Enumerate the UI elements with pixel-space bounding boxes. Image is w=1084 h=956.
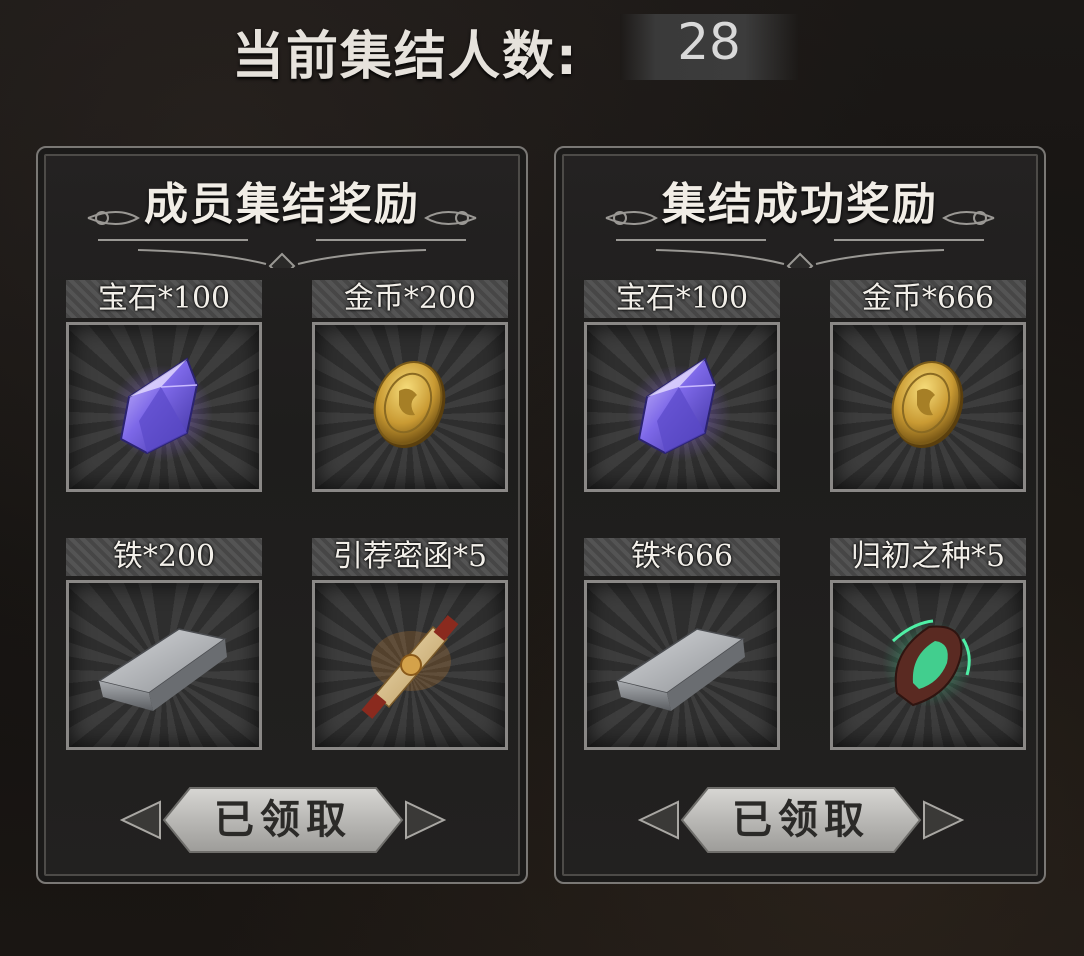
item-frame bbox=[66, 322, 262, 492]
item-label: 铁*666 bbox=[630, 539, 734, 574]
rally-count-label: 当前集结人数: bbox=[232, 27, 579, 87]
reward-item-recommendation-letter[interactable]: 引荐密函*5 bbox=[312, 538, 508, 750]
item-frame bbox=[312, 322, 508, 492]
item-label: 金币*200 bbox=[343, 281, 477, 316]
item-frame bbox=[584, 322, 780, 492]
seed-icon bbox=[882, 619, 974, 707]
item-frame bbox=[312, 580, 508, 750]
claimed-button[interactable]: 已领取 bbox=[638, 782, 964, 858]
claimed-button-label: 已领取 bbox=[214, 796, 352, 843]
panel-title: 成员集结奖励 bbox=[144, 179, 420, 230]
item-frame bbox=[830, 322, 1026, 492]
reward-item-gem[interactable]: 宝石*100 bbox=[584, 280, 780, 492]
item-label: 铁*200 bbox=[112, 539, 216, 574]
gem-icon bbox=[109, 357, 213, 461]
item-label: 宝石*100 bbox=[97, 281, 231, 316]
item-label: 金币*666 bbox=[861, 281, 995, 316]
reward-item-seed[interactable]: 归初之种*5 bbox=[830, 538, 1026, 750]
rally-count-value: 28 bbox=[677, 13, 741, 71]
iron-ingot-icon bbox=[615, 628, 745, 711]
item-frame bbox=[584, 580, 780, 750]
gold-coin-icon bbox=[891, 361, 964, 448]
claimed-button-label: 已领取 bbox=[732, 796, 870, 843]
rally-count-bar: 当前集结人数: 28 bbox=[0, 0, 1084, 100]
item-label: 归初之种*5 bbox=[850, 539, 1006, 574]
reward-item-gold-coin[interactable]: 金币*200 bbox=[312, 280, 508, 492]
claimed-button[interactable]: 已领取 bbox=[120, 782, 446, 858]
item-frame bbox=[830, 580, 1026, 750]
reward-item-gem[interactable]: 宝石*100 bbox=[66, 280, 262, 492]
reward-item-iron[interactable]: 铁*200 bbox=[66, 538, 262, 750]
scroll-icon bbox=[361, 615, 459, 719]
item-frame bbox=[66, 580, 262, 750]
panel-title: 集结成功奖励 bbox=[662, 179, 938, 230]
reward-item-iron[interactable]: 铁*666 bbox=[584, 538, 780, 750]
iron-ingot-icon bbox=[97, 628, 227, 711]
item-label: 宝石*100 bbox=[615, 281, 749, 316]
rally-success-reward-panel: 集结成功奖励 宝石*100 金币*666 铁*666 归初之种*5 已领取 bbox=[554, 146, 1046, 884]
item-label: 引荐密函*5 bbox=[332, 539, 488, 574]
member-rally-reward-panel: 成员集结奖励 宝石*100 金币*200 铁*200 引荐密函*5 已领取 bbox=[36, 146, 528, 884]
gem-icon bbox=[627, 357, 731, 461]
reward-item-gold-coin[interactable]: 金币*666 bbox=[830, 280, 1026, 492]
gold-coin-icon bbox=[373, 361, 446, 448]
